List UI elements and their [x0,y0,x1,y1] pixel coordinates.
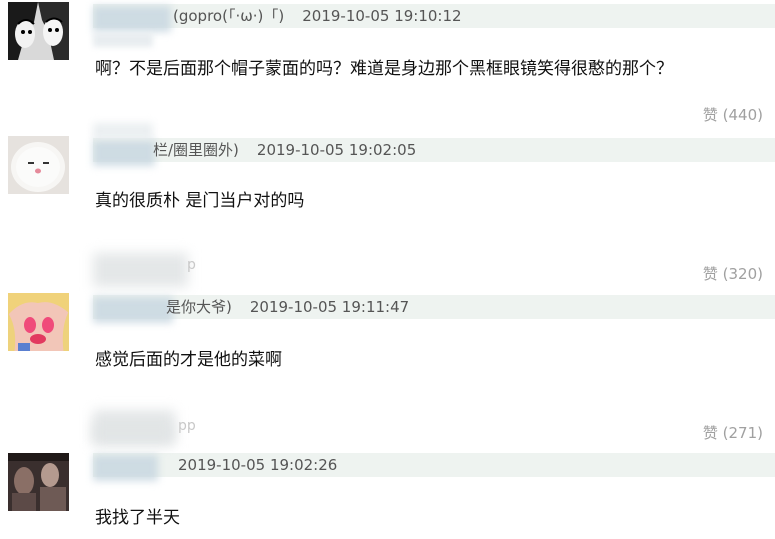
comment-meta-bar: (gopro(「·ω·)「) 2019-10-05 19:10:12 [93,4,775,32]
username-blurred[interactable] [93,6,171,32]
avatar[interactable] [8,2,69,60]
username-blurred[interactable] [93,455,158,481]
comment-item: (gopro(「·ω·)「) 2019-10-05 19:10:12 啊？不是后面… [0,0,775,135]
username-suffix: (gopro(「·ω·)「) [173,7,285,25]
comment-meta-bar: 是你大爷) 2019-10-05 19:11:47 [93,295,775,323]
avatar[interactable] [8,293,69,351]
username-suffix: 栏/圈里圈外) [153,141,239,159]
comment-text: 感觉后面的才是他的菜啊 [95,350,282,370]
timestamp: 2019-10-05 19:02:05 [256,141,417,159]
timestamp: 2019-10-05 19:10:12 [302,7,462,25]
like-button[interactable]: 赞 (271) [703,422,763,443]
comment-meta-bar: 2019-10-05 19:02:26 [93,453,775,481]
timestamp: 2019-10-05 19:02:26 [178,456,338,474]
comment-item: 2019-10-05 19:02:26 我找了半天 [0,422,775,539]
comment-meta-bar: 栏/圈里圈外) 2019-10-05 19:02:05 [93,138,775,166]
avatar[interactable] [8,453,69,511]
avatar[interactable] [8,136,69,194]
source-text: pp [178,418,196,434]
comment-text: 真的很质朴 是门当户对的吗 [95,191,305,211]
comment-text: 我找了半天 [95,508,180,528]
source-blurred [93,253,188,287]
like-button[interactable]: 赞 (320) [703,263,763,284]
username-blurred[interactable] [93,140,155,166]
username-suffix: 是你大爷) [166,298,232,316]
like-button[interactable]: 赞 (440) [703,104,763,125]
username-blurred[interactable] [93,297,173,323]
comment-item: 栏/圈里圈外) 2019-10-05 19:02:05 真的很质朴 是门当户对的吗… [0,123,775,290]
timestamp: 2019-10-05 19:11:47 [249,298,410,316]
comment-text: 啊？不是后面那个帽子蒙面的吗？难道是身边那个黑框眼镜笑得很憨的那个？ [95,59,673,79]
source-text: p [187,257,196,273]
